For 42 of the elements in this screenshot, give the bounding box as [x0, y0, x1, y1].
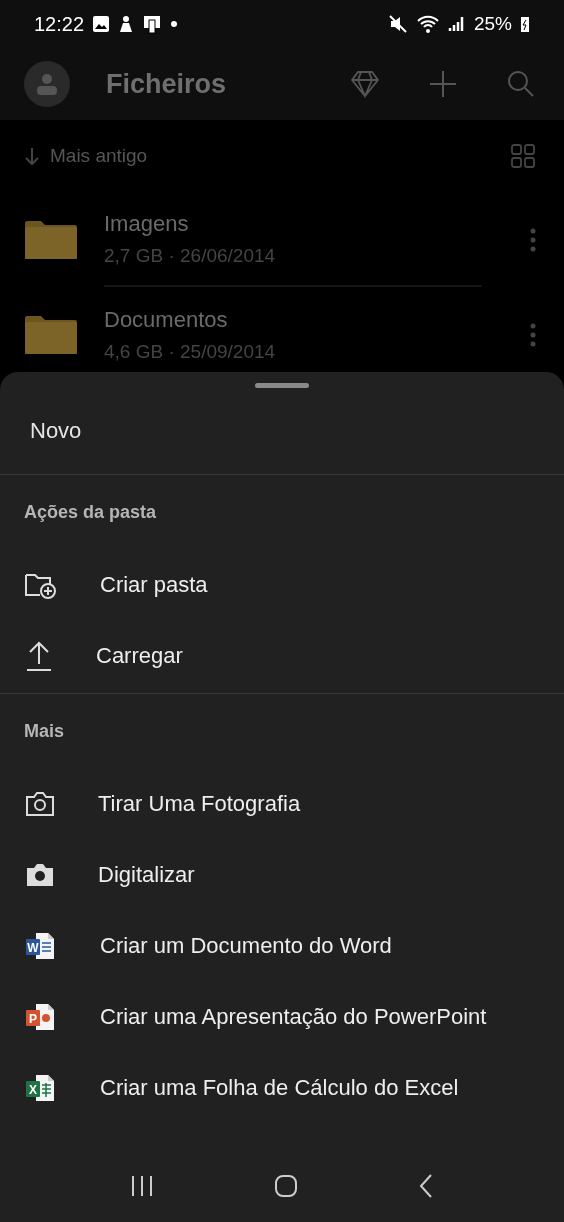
status-time: 12:22 — [34, 12, 85, 36]
grid-icon — [510, 143, 536, 169]
menu-item[interactable]: Carregar — [0, 620, 564, 691]
dot-icon — [170, 20, 179, 28]
wifi-icon — [415, 14, 440, 34]
folder-details: 2,7 GB · 26/06/2014 — [104, 244, 277, 267]
menu-item[interactable]: Criar pasta — [0, 549, 564, 620]
folder-details: 4,6 GB · 25/09/2014 — [104, 340, 277, 363]
plus-icon — [428, 69, 458, 99]
avatar-button[interactable] — [24, 61, 70, 107]
signal-icon — [447, 15, 466, 33]
search-icon — [506, 69, 536, 99]
back-icon — [418, 1173, 434, 1199]
folder-icon — [24, 218, 78, 261]
section-heading: Mais — [23, 719, 66, 743]
battery-icon — [520, 15, 530, 33]
mute-icon — [387, 14, 408, 34]
more-icon — [530, 227, 536, 252]
more-icon — [530, 322, 536, 347]
menu-item[interactable]: Tirar Uma Fotografia — [0, 768, 564, 839]
folder-icon — [24, 313, 78, 356]
upload-icon — [24, 639, 54, 672]
diamond-icon — [350, 70, 380, 98]
camera-icon — [24, 789, 56, 818]
cast-icon — [142, 14, 163, 34]
drag-handle[interactable] — [255, 383, 309, 388]
sheet-title: Novo — [0, 388, 564, 475]
battery-percent: 25% — [473, 13, 512, 35]
folder-name: Documentos — [104, 306, 229, 333]
image-icon — [92, 15, 111, 33]
arrow-down-icon — [24, 146, 40, 166]
menu-item[interactable]: P Criar uma Apresentação do PowerPoint — [0, 981, 564, 1052]
figure-icon — [118, 15, 135, 33]
person-icon — [35, 72, 59, 96]
menu-item[interactable]: W Criar um Documento do Word — [0, 910, 564, 981]
menu-item[interactable]: X Criar uma Folha de Cálculo do Excel — [0, 1052, 564, 1123]
section-heading: Ações da pasta — [23, 500, 158, 524]
menu-item[interactable]: Digitalizar — [0, 839, 564, 910]
app-title: Ficheiros — [106, 68, 228, 100]
home-icon — [274, 1174, 298, 1198]
recents-icon — [130, 1175, 154, 1197]
folder-name: Imagens — [104, 210, 190, 237]
